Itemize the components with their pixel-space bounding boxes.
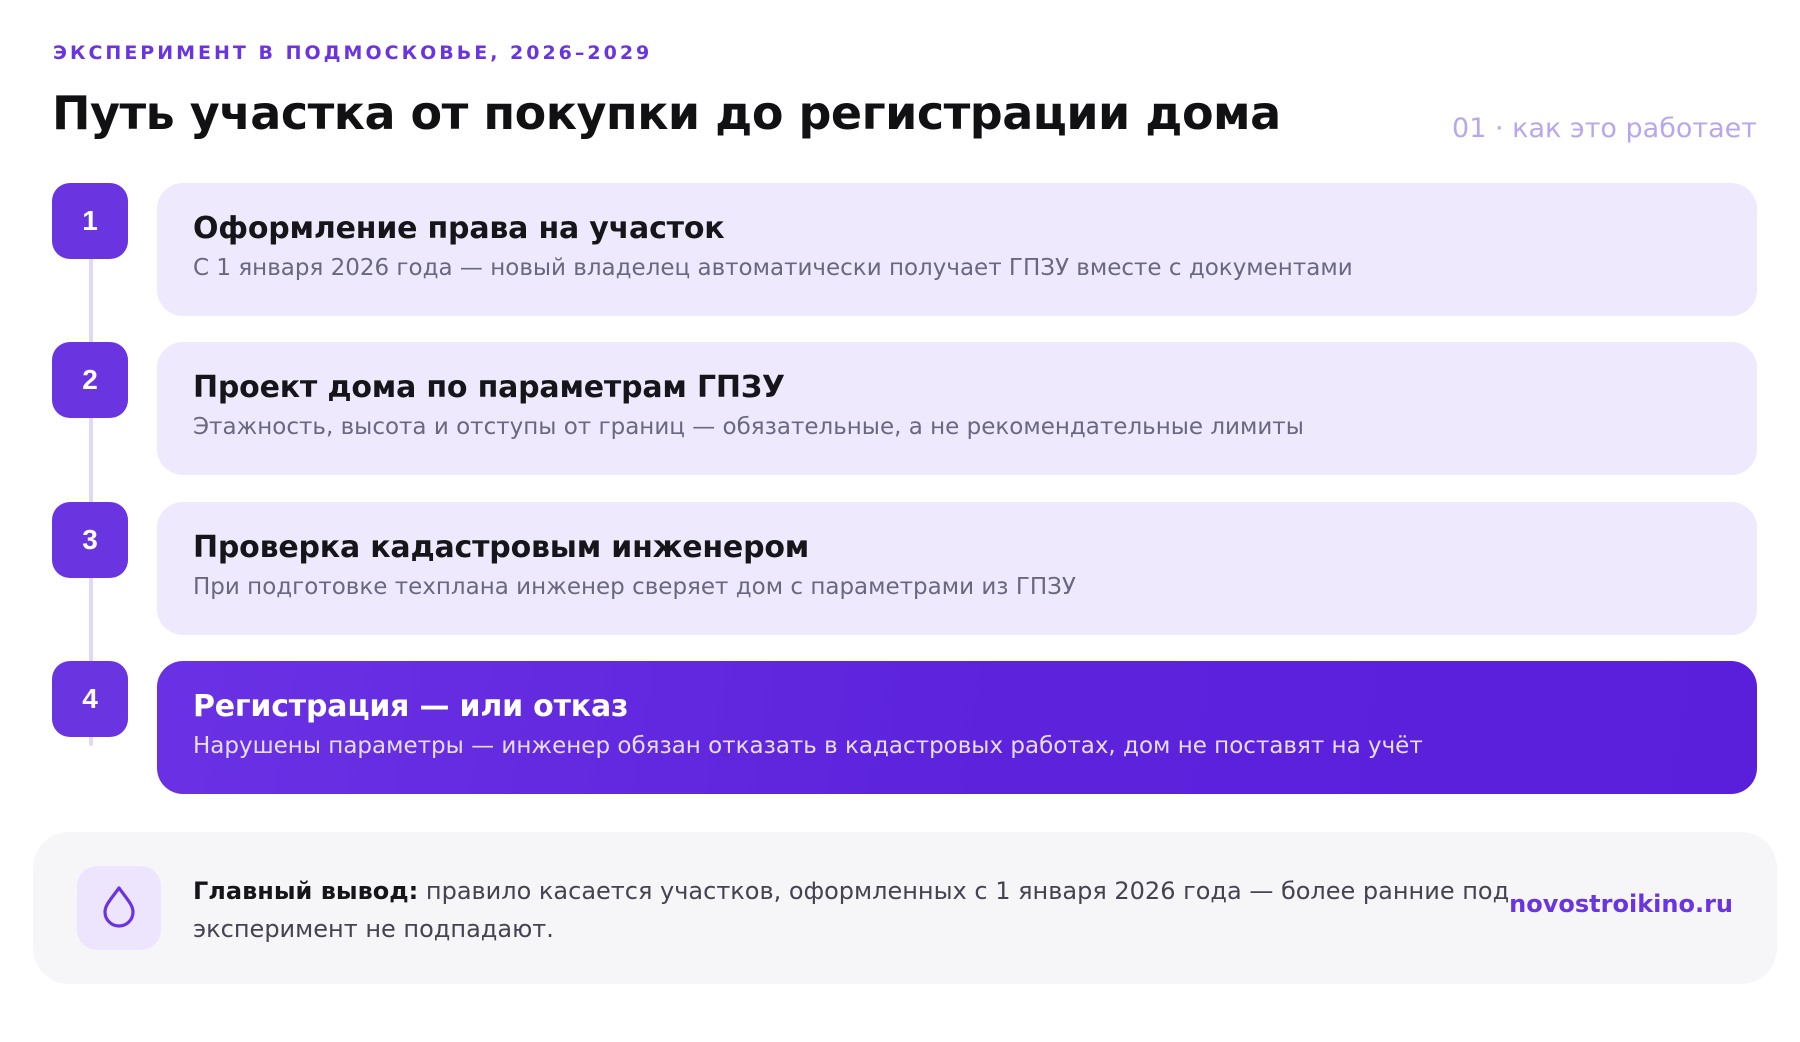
step-number: 4 [82, 683, 98, 714]
step-card-1: Оформление права на участок С 1 января 2… [157, 183, 1757, 316]
step-title: Проект дома по параметрам ГПЗУ [193, 370, 785, 405]
step-description: С 1 января 2026 года — новый владелец ав… [193, 255, 1353, 281]
summary-icon-tile [77, 866, 161, 950]
section-tag: 01 · как это работает [1452, 113, 1757, 144]
step-badge-3: 3 [52, 502, 128, 578]
summary-box: Главный вывод: правило касается участков… [33, 832, 1777, 984]
step-description: При подготовке техплана инженер сверяет … [193, 574, 1076, 600]
summary-text: Главный вывод: правило касается участков… [193, 872, 1523, 948]
step-description: Нарушены параметры — инженер обязан отка… [193, 733, 1423, 759]
summary-lead: Главный вывод: [193, 877, 419, 905]
step-card-4: Регистрация — или отказ Нарушены парамет… [157, 661, 1757, 794]
page-title: Путь участка от покупки до регистрации д… [52, 86, 1281, 140]
site-link[interactable]: novostroikino.ru [1509, 890, 1733, 918]
drop-icon [99, 884, 139, 932]
step-card-2: Проект дома по параметрам ГПЗУ Этажность… [157, 342, 1757, 475]
step-number: 1 [82, 205, 98, 236]
step-title: Оформление права на участок [193, 211, 725, 246]
step-badge-4: 4 [52, 661, 128, 737]
step-number: 2 [82, 364, 98, 395]
step-badge-2: 2 [52, 342, 128, 418]
step-title: Проверка кадастровым инженером [193, 530, 810, 565]
step-badge-1: 1 [52, 183, 128, 259]
step-title: Регистрация — или отказ [193, 689, 629, 724]
step-card-3: Проверка кадастровым инженером При подго… [157, 502, 1757, 635]
step-number: 3 [82, 524, 98, 555]
eyebrow-label: ЭКСПЕРИМЕНТ В ПОДМОСКОВЬЕ, 2026–2029 [53, 42, 653, 64]
step-description: Этажность, высота и отступы от границ — … [193, 414, 1304, 440]
